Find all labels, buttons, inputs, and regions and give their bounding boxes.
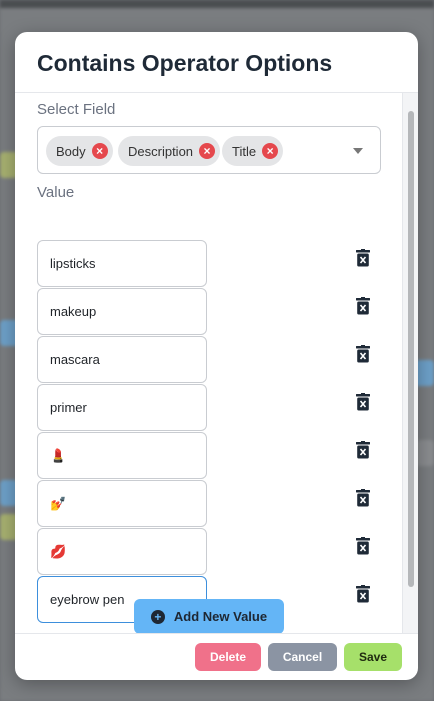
chip-label: Body [56,143,86,159]
trash-icon[interactable] [356,441,370,459]
close-circle-icon[interactable]: × [91,143,108,159]
field-chip: Body × [46,136,113,166]
field-chip: Title × [222,136,284,166]
background-topbar [0,0,434,8]
trash-icon[interactable] [356,297,370,315]
value-row: mascara [37,336,377,383]
select-field-label: Select Field [37,101,116,118]
value-row: makeup [37,288,377,335]
field-chip: Description × [118,136,221,166]
value-row: lipsticks [37,240,377,287]
save-button[interactable]: Save [344,643,402,671]
value-row: primer [37,384,377,431]
add-new-value-button[interactable]: + Add New Value [134,599,284,633]
value-input[interactable]: makeup [37,288,207,335]
value-row: 💅 [37,480,377,527]
value-row: 💋 [37,528,377,575]
value-input[interactable]: 💅 [37,480,207,527]
field-multiselect[interactable]: Body × Description × Title × [37,126,381,174]
trash-icon[interactable] [356,489,370,507]
scrollbar-thumb[interactable] [408,111,414,587]
divider [15,633,418,634]
trash-icon[interactable] [356,393,370,411]
scrollbar[interactable] [402,93,418,633]
trash-icon[interactable] [356,249,370,267]
chevron-down-icon[interactable] [353,148,363,154]
value-row: 💄 [37,432,377,479]
value-input[interactable]: mascara [37,336,207,383]
add-button-label: Add New Value [173,609,268,624]
close-circle-icon[interactable]: × [262,143,279,159]
trash-icon[interactable] [356,537,370,555]
value-input[interactable]: lipsticks [37,240,207,287]
close-circle-icon[interactable]: × [199,143,216,159]
cancel-button[interactable]: Cancel [268,643,337,671]
chip-label: Title [232,143,257,159]
modal-title: Contains Operator Options [37,50,333,76]
value-label: Value [37,184,75,201]
trash-icon[interactable] [356,345,370,363]
contains-operator-modal: Contains Operator Options Select Field B… [15,32,418,680]
value-input[interactable]: 💄 [37,432,207,479]
chip-label: Description [128,143,194,159]
plus-circle-icon: + [150,609,165,624]
modal-body: Select Field Body × Description × Title … [15,93,418,633]
value-input[interactable]: primer [37,384,207,431]
trash-icon[interactable] [356,585,370,603]
delete-button[interactable]: Delete [195,643,261,671]
value-input[interactable]: 💋 [37,528,207,575]
